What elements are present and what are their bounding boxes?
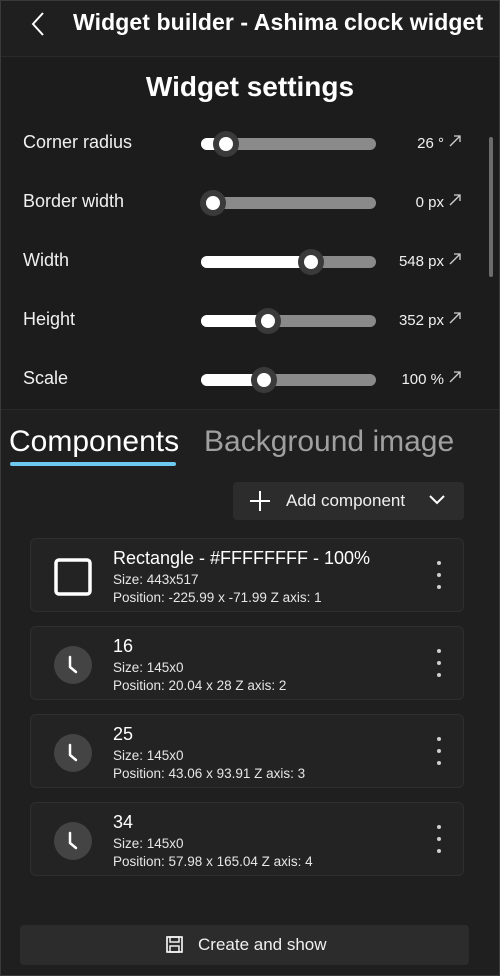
width-slider[interactable] <box>201 249 376 275</box>
setting-label: Scale <box>23 368 69 388</box>
component-title: 16 <box>113 636 134 656</box>
clock-icon <box>54 734 92 772</box>
setting-label: Width <box>23 250 70 270</box>
component-title: 25 <box>113 724 134 744</box>
expand-icon[interactable] <box>447 251 463 267</box>
component-card[interactable]: 34 Size: 145x0 Position: 57.98 x 165.04 Z … <box>30 802 464 876</box>
tab-components[interactable]: Components <box>9 425 179 459</box>
slider-track <box>201 197 376 209</box>
widget-settings-panel: Widget settings Corner radius 26 ° Border … <box>1 56 499 410</box>
component-size: Size: 145x0 <box>113 836 184 851</box>
settings-scrollbar[interactable] <box>489 137 493 277</box>
more-options-icon[interactable] <box>433 561 445 589</box>
add-component-button[interactable]: Add component <box>233 482 464 520</box>
chevron-left-icon <box>31 12 44 36</box>
setting-value: 0 px <box>415 194 444 211</box>
slider-thumb[interactable] <box>212 131 239 157</box>
component-size: Size: 145x0 <box>113 660 184 675</box>
height-slider[interactable] <box>201 308 376 334</box>
corner-radius-slider[interactable] <box>201 131 376 157</box>
create-and-show-button[interactable]: Create and show <box>20 925 469 965</box>
tab-background-image[interactable]: Background image <box>204 425 454 459</box>
border-width-slider[interactable] <box>200 190 376 216</box>
rectangle-icon <box>54 558 92 596</box>
window-title: Widget builder - Ashima clock widget <box>73 9 484 35</box>
more-options-icon[interactable] <box>433 649 445 677</box>
setting-value: 548 px <box>398 253 444 270</box>
setting-row-width: Width 548 px <box>1 242 481 282</box>
setting-label: Corner radius <box>23 132 133 152</box>
component-position: Position: -225.99 x -71.99 Z axis: 1 <box>113 590 322 605</box>
component-card[interactable]: 16 Size: 145x0 Position: 20.04 x 28 Z axis… <box>30 626 464 700</box>
component-position: Position: 57.98 x 165.04 Z axis: 4 <box>113 854 313 869</box>
setting-row-height: Height 352 px <box>1 301 481 341</box>
expand-icon[interactable] <box>447 369 463 385</box>
title-bar: Widget builder - Ashima clock widget <box>1 1 499 51</box>
save-icon <box>166 936 183 953</box>
slider-fill <box>201 256 312 268</box>
component-position: Position: 20.04 x 28 Z axis: 2 <box>113 678 287 693</box>
component-position: Position: 43.06 x 93.91 Z axis: 3 <box>113 766 306 781</box>
scale-slider[interactable] <box>201 367 376 393</box>
clock-icon <box>54 822 92 860</box>
tab-bar: Components Background image <box>1 421 499 471</box>
plus-icon <box>250 491 270 511</box>
component-card[interactable]: 25 Size: 145x0 Position: 43.06 x 93.91 Z a… <box>30 714 464 788</box>
expand-icon[interactable] <box>447 133 463 149</box>
expand-icon[interactable] <box>447 192 463 208</box>
setting-label: Border width <box>23 191 125 211</box>
add-component-label: Add component <box>286 491 406 510</box>
setting-row-border-width: Border width 0 px <box>1 183 481 223</box>
settings-title: Widget settings <box>145 71 355 102</box>
slider-thumb[interactable] <box>254 308 281 334</box>
slider-thumb[interactable] <box>298 249 325 275</box>
clock-icon <box>54 646 92 684</box>
setting-row-corner-radius: Corner radius 26 ° <box>1 124 481 164</box>
setting-value: 26 ° <box>417 135 444 152</box>
slider-thumb[interactable] <box>251 367 277 393</box>
component-title: Rectangle - #FFFFFFFF - 100% <box>113 548 371 568</box>
component-title: 34 <box>113 812 134 832</box>
component-card[interactable]: Rectangle - #FFFFFFFF - 100% Size: 443x51… <box>30 538 464 612</box>
setting-label: Height <box>23 309 76 329</box>
expand-icon[interactable] <box>447 310 463 326</box>
more-options-icon[interactable] <box>433 737 445 765</box>
setting-row-scale: Scale 100 % <box>1 360 481 400</box>
back-button[interactable] <box>23 9 53 39</box>
setting-value: 352 px <box>398 312 444 329</box>
component-size: Size: 443x517 <box>113 572 199 587</box>
active-tab-indicator <box>10 462 176 466</box>
create-and-show-label: Create and show <box>198 935 327 954</box>
chevron-down-icon <box>429 495 445 505</box>
app-window: Widget builder - Ashima clock widget Wid… <box>0 0 500 976</box>
slider-thumb[interactable] <box>200 190 227 216</box>
more-options-icon[interactable] <box>433 825 445 853</box>
component-size: Size: 145x0 <box>113 748 184 763</box>
setting-value: 100 % <box>401 371 444 388</box>
